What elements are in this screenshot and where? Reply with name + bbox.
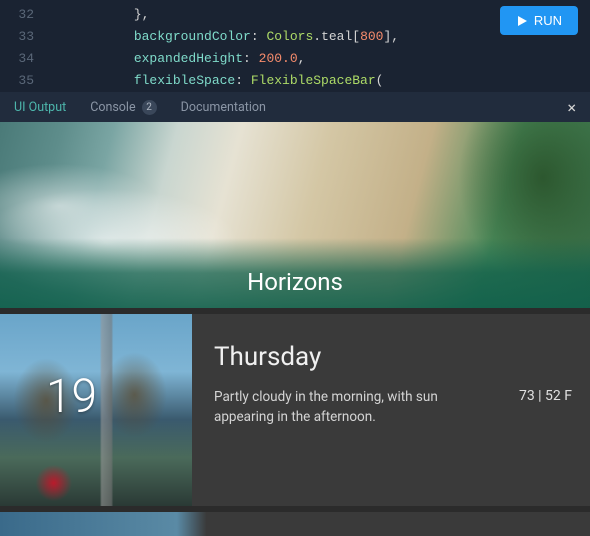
output-tab-bar: UI Output Console 2 Documentation × [0, 92, 590, 122]
app-bar-title: Horizons [247, 268, 343, 296]
code-line[interactable]: 34 expandedHeight: 200.0, [0, 48, 590, 70]
card-weekday: Thursday [214, 342, 568, 372]
tab-label: Documentation [181, 100, 266, 115]
app-bar: Horizons [0, 122, 590, 308]
play-icon [516, 15, 528, 27]
code-editor[interactable]: 32 },33 backgroundColor: Colors.teal[800… [0, 0, 590, 92]
run-button[interactable]: RUN [500, 6, 578, 35]
ui-preview-pane[interactable]: Horizons 19 Thursday Partly cloudy in th… [0, 122, 590, 536]
card-body: Thursday Partly cloudy in the morning, w… [192, 314, 590, 506]
code-content[interactable]: }, [48, 4, 149, 26]
console-badge: 2 [142, 100, 157, 115]
line-number: 33 [0, 26, 48, 48]
tab-ui-output[interactable]: UI Output [14, 100, 66, 115]
code-line[interactable]: 35 flexibleSpace: FlexibleSpaceBar( [0, 70, 590, 92]
tab-documentation[interactable]: Documentation [181, 100, 266, 115]
day-number: 19 [46, 370, 97, 424]
tab-label: Console [90, 100, 135, 115]
tab-label: UI Output [14, 100, 66, 115]
weather-card[interactable]: 19 Thursday Partly cloudy in the morning… [0, 314, 590, 506]
line-number: 34 [0, 48, 48, 70]
card-thumbnail: 19 [0, 314, 192, 506]
run-button-label: RUN [534, 13, 562, 28]
line-number: 35 [0, 70, 48, 92]
card-temperature: 73 | 52 F [519, 388, 572, 404]
close-icon[interactable]: × [567, 98, 576, 117]
card-description: Partly cloudy in the morning, with sun a… [214, 388, 494, 427]
code-content[interactable]: backgroundColor: Colors.teal[800], [48, 26, 399, 48]
weather-card[interactable] [0, 512, 590, 536]
line-number: 32 [0, 4, 48, 26]
tab-console[interactable]: Console 2 [90, 100, 156, 115]
hero-overlay: Horizons [0, 238, 590, 308]
code-content[interactable]: flexibleSpace: FlexibleSpaceBar( [48, 70, 383, 92]
code-content[interactable]: expandedHeight: 200.0, [48, 48, 305, 70]
